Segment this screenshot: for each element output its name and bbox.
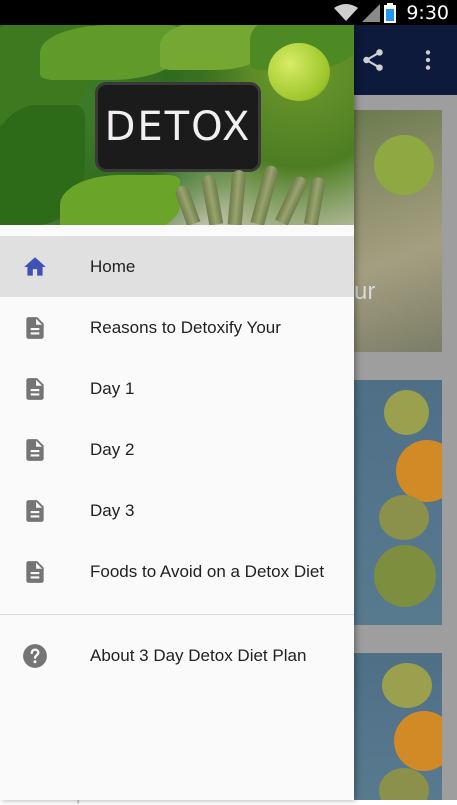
drawer-item-day-1[interactable]: Day 1	[0, 358, 354, 419]
share-icon[interactable]	[360, 47, 386, 73]
asparagus-decoration	[303, 176, 327, 225]
drawer-item-reasons[interactable]: Reasons to Detoxify Your	[0, 297, 354, 358]
lime-decoration	[268, 43, 330, 101]
article-card-image[interactable]: ur	[354, 110, 442, 352]
chalkboard-text: DETOX	[104, 104, 252, 150]
more-options-icon[interactable]	[415, 47, 441, 73]
drawer-item-day-3[interactable]: Day 3	[0, 480, 354, 541]
help-icon	[23, 644, 47, 668]
orange-decoration	[394, 711, 442, 771]
asparagus-decoration	[250, 164, 280, 225]
asparagus-decoration	[227, 169, 247, 225]
drawer-item-label: Foods to Avoid on a Detox Diet	[90, 561, 325, 581]
drawer-item-label: Day 2	[90, 439, 135, 459]
drawer-item-label: Day 1	[90, 378, 135, 398]
drawer-item-label: Day 3	[90, 500, 135, 520]
asparagus-decoration	[200, 174, 224, 225]
document-icon	[26, 561, 44, 583]
wifi-icon	[334, 3, 359, 21]
home-icon	[24, 257, 46, 276]
kiwi-decoration	[379, 495, 429, 540]
drawer-item-label: Reasons to Detoxify Your	[90, 317, 281, 337]
drawer-item-label: Home	[90, 256, 136, 276]
status-time: 9:30	[406, 1, 449, 24]
fruit-card-image[interactable]	[354, 653, 442, 800]
navigation-drawer: DETOX Home Reasons to Detoxify Your Day …	[0, 25, 354, 800]
drawer-menu: Home Reasons to Detoxify Your Day 1 Day …	[0, 236, 354, 686]
battery-icon	[384, 2, 397, 23]
leaf-decoration	[60, 175, 180, 225]
card-title-fragment: ur	[354, 278, 376, 305]
status-bar: 9:30	[0, 0, 457, 25]
document-icon	[26, 500, 44, 522]
fruit-card-image[interactable]	[354, 380, 442, 625]
drawer-item-foods-to-avoid[interactable]: Foods to Avoid on a Detox Diet	[0, 541, 354, 602]
detox-chalkboard: DETOX	[98, 85, 258, 169]
signal-icon	[362, 3, 381, 22]
kiwi-decoration	[379, 768, 429, 800]
leaf-decoration	[40, 25, 180, 80]
status-icons: 9:30	[334, 0, 449, 25]
drawer-divider	[0, 614, 354, 615]
kiwi-decoration	[382, 663, 432, 708]
drawer-item-home[interactable]: Home	[0, 236, 354, 297]
drawer-item-day-2[interactable]: Day 2	[0, 419, 354, 480]
drawer-item-label: About 3 Day Detox Diet Plan	[90, 645, 307, 665]
lime-decoration	[374, 135, 434, 195]
document-icon	[26, 439, 44, 461]
orange-decoration	[396, 440, 442, 502]
apple-decoration	[374, 545, 436, 607]
drawer-header-image: DETOX	[0, 25, 354, 225]
document-icon	[26, 317, 44, 339]
document-icon	[26, 378, 44, 400]
drawer-item-about[interactable]: About 3 Day Detox Diet Plan	[0, 625, 354, 686]
kiwi-decoration	[384, 390, 429, 435]
